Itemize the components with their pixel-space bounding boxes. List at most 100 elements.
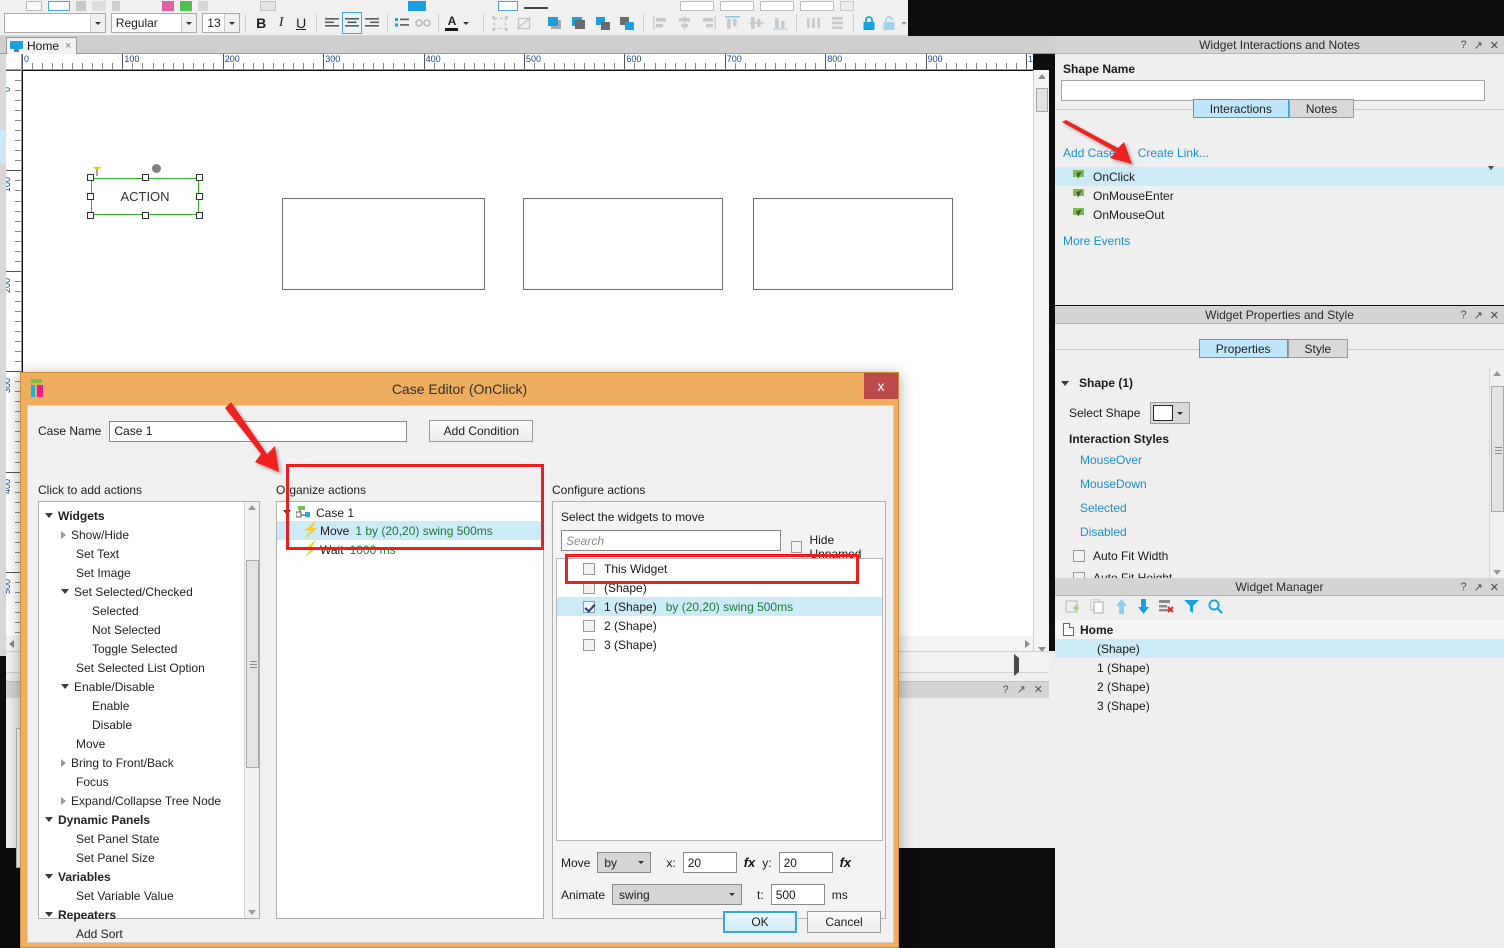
organize-action-wait[interactable]: Wait 1000 ms (277, 540, 543, 559)
collapse-arrow-icon[interactable] (61, 684, 69, 689)
chevron-down-icon[interactable] (1173, 405, 1187, 421)
collapse-arrow-icon[interactable] (45, 912, 53, 917)
link-icon[interactable] (413, 12, 433, 34)
auto-fit-width-checkbox[interactable] (1073, 550, 1085, 562)
close-icon[interactable]: ✕ (1490, 39, 1499, 52)
delete-icon[interactable] (1159, 599, 1175, 617)
canvas-shape-1[interactable] (282, 198, 485, 290)
widget-checkbox[interactable] (583, 638, 595, 651)
send-to-back-icon[interactable] (568, 12, 590, 34)
action-tree-item-bring-to-front-back[interactable]: Bring to Front/Back (39, 753, 244, 772)
style-link-disabled[interactable]: Disabled (1080, 525, 1147, 539)
more-events-link[interactable]: More Events (1063, 234, 1130, 248)
tab-notes[interactable]: Notes (1288, 99, 1355, 118)
widget-list-item-3-shape[interactable]: 3 (Shape) (557, 635, 882, 654)
create-link-link[interactable]: Create Link... (1138, 146, 1209, 160)
widget-list-item-1-shape[interactable]: 1 (Shape) by (20,20) swing 500ms (557, 597, 882, 616)
widget-manager-tree[interactable]: Home (Shape) 1 (Shape) 2 (Shape) 3 (Shap… (1055, 620, 1504, 715)
resize-handle-w[interactable] (87, 193, 94, 200)
tab-interactions[interactable]: Interactions (1192, 99, 1289, 118)
action-tree-item-focus[interactable]: Focus (39, 772, 244, 791)
canvas-shape-3[interactable] (753, 198, 953, 290)
move-mode-select[interactable]: by (597, 852, 652, 873)
collapse-arrow-icon[interactable] (45, 817, 53, 822)
scroll-left-arrow[interactable] (9, 640, 14, 648)
close-icon[interactable]: ✕ (1034, 683, 1043, 696)
action-tree-scrollbar[interactable] (244, 502, 259, 918)
toolbar-overflow-icon[interactable] (899, 12, 908, 34)
style-link-mouseover[interactable]: MouseOver (1080, 453, 1147, 467)
move-down-icon[interactable] (1137, 599, 1150, 617)
popout-icon[interactable]: ↗ (1474, 581, 1483, 594)
move-up-icon[interactable] (1115, 599, 1128, 617)
widget-list-item-shape[interactable]: (Shape) (557, 578, 882, 597)
action-tree-item-repeaters[interactable]: Repeaters (39, 905, 244, 924)
filter-icon[interactable] (1184, 599, 1199, 617)
widget-row-3-shape[interactable]: 3 (Shape) (1055, 696, 1504, 715)
style-link-selected[interactable]: Selected (1080, 501, 1147, 515)
event-row-onmouseenter[interactable]: OnMouseEnter (1055, 186, 1504, 205)
action-tree-item-set-panel-size[interactable]: Set Panel Size (39, 848, 244, 867)
case-name-input[interactable]: Case 1 (109, 420, 408, 442)
action-tree-item-add-sort[interactable]: Add Sort (39, 924, 244, 943)
resize-handle-s[interactable] (142, 212, 149, 219)
action-tree-item-disable[interactable]: Disable (39, 715, 244, 734)
action-tree-item-variables[interactable]: Variables (39, 867, 244, 886)
action-list-panel[interactable]: Widgets Show/Hide Set Text Set Image Set Sel… (38, 501, 260, 941)
scroll-down-arrow[interactable] (1493, 570, 1501, 575)
widget-list-item-this-widget[interactable]: This Widget (557, 559, 882, 578)
add-widget-icon[interactable] (1065, 599, 1081, 617)
selected-widget-action[interactable]: ACTION (87, 164, 203, 219)
widget-row-home[interactable]: Home (1055, 620, 1504, 639)
close-icon[interactable]: x (864, 373, 898, 399)
font-size-combo[interactable]: 13 (202, 13, 241, 33)
properties-scrollbar[interactable] (1489, 368, 1504, 578)
align-left-button[interactable] (322, 12, 342, 34)
x-fx-button[interactable]: fx (744, 855, 756, 870)
horizontal-ruler[interactable]: 0 100 200 300 400 500 600 700 800 900 1000 (22, 54, 1033, 70)
action-tree-item-move[interactable]: Move (39, 734, 244, 753)
widget-row-2-shape[interactable]: 2 (Shape) (1055, 677, 1504, 696)
widget-row-1-shape[interactable]: 1 (Shape) (1055, 658, 1504, 677)
collapse-arrow-icon[interactable] (1061, 380, 1069, 386)
align-center-button[interactable] (342, 12, 363, 34)
duplicate-icon[interactable] (1089, 598, 1106, 617)
organize-actions-panel[interactable]: Case 1 Move 1 by (20,20) swing 500ms Wai… (276, 501, 544, 919)
chevron-down-icon[interactable] (224, 14, 240, 32)
resize-handle-ne[interactable] (196, 174, 203, 181)
interaction-flag-icon[interactable] (92, 166, 102, 176)
hide-unnamed-checkbox[interactable] (791, 541, 803, 553)
canvas-vscroll-thumb[interactable] (1036, 88, 1048, 112)
widget-select-list[interactable]: This Widget (Shape) 1 (Shape) by (20,20)… (556, 558, 883, 841)
bring-to-front-icon[interactable] (544, 12, 566, 34)
chevron-down-icon[interactable] (181, 14, 197, 32)
event-row-onmouseout[interactable]: OnMouseOut (1055, 205, 1504, 224)
widget-row-shape[interactable]: (Shape) (1055, 639, 1504, 658)
hide-unnamed-row[interactable]: Hide Unnamed (791, 533, 885, 561)
resize-handle-sw[interactable] (87, 212, 94, 219)
ok-button[interactable]: OK (723, 911, 797, 933)
bold-button[interactable]: B (251, 12, 271, 34)
configure-actions-panel[interactable]: Select the widgets to move Search Hide U… (552, 501, 886, 919)
help-icon[interactable]: ? (1460, 309, 1466, 321)
resize-handle-se[interactable] (196, 212, 203, 219)
animate-duration-input[interactable]: 500 (770, 884, 825, 905)
page-tab-home[interactable]: Home × (6, 37, 78, 54)
expand-arrow-icon[interactable] (1014, 654, 1019, 676)
collapse-arrow-icon[interactable] (61, 589, 69, 594)
chevron-down-icon[interactable] (460, 12, 471, 34)
widget-checkbox[interactable] (583, 600, 595, 613)
expand-arrow-icon[interactable] (61, 530, 66, 539)
action-tree-scroll-thumb[interactable] (246, 560, 259, 768)
widget-list-item-2-shape[interactable]: 2 (Shape) (557, 616, 882, 635)
help-icon[interactable]: ? (1460, 39, 1466, 51)
select-shape-dropdown[interactable] (1150, 402, 1191, 424)
y-fx-button[interactable]: fx (840, 855, 852, 870)
expand-arrow-icon[interactable] (61, 758, 66, 767)
action-tree-item-set-selected-list-option[interactable]: Set Selected List Option (39, 658, 244, 677)
shape-name-input[interactable] (1061, 80, 1485, 101)
close-icon[interactable]: ✕ (1490, 309, 1499, 322)
action-tree-item-set-text[interactable]: Set Text (39, 544, 244, 563)
resize-handle-n[interactable] (142, 174, 149, 181)
action-tree-item-toggle-selected[interactable]: Toggle Selected (39, 639, 244, 658)
